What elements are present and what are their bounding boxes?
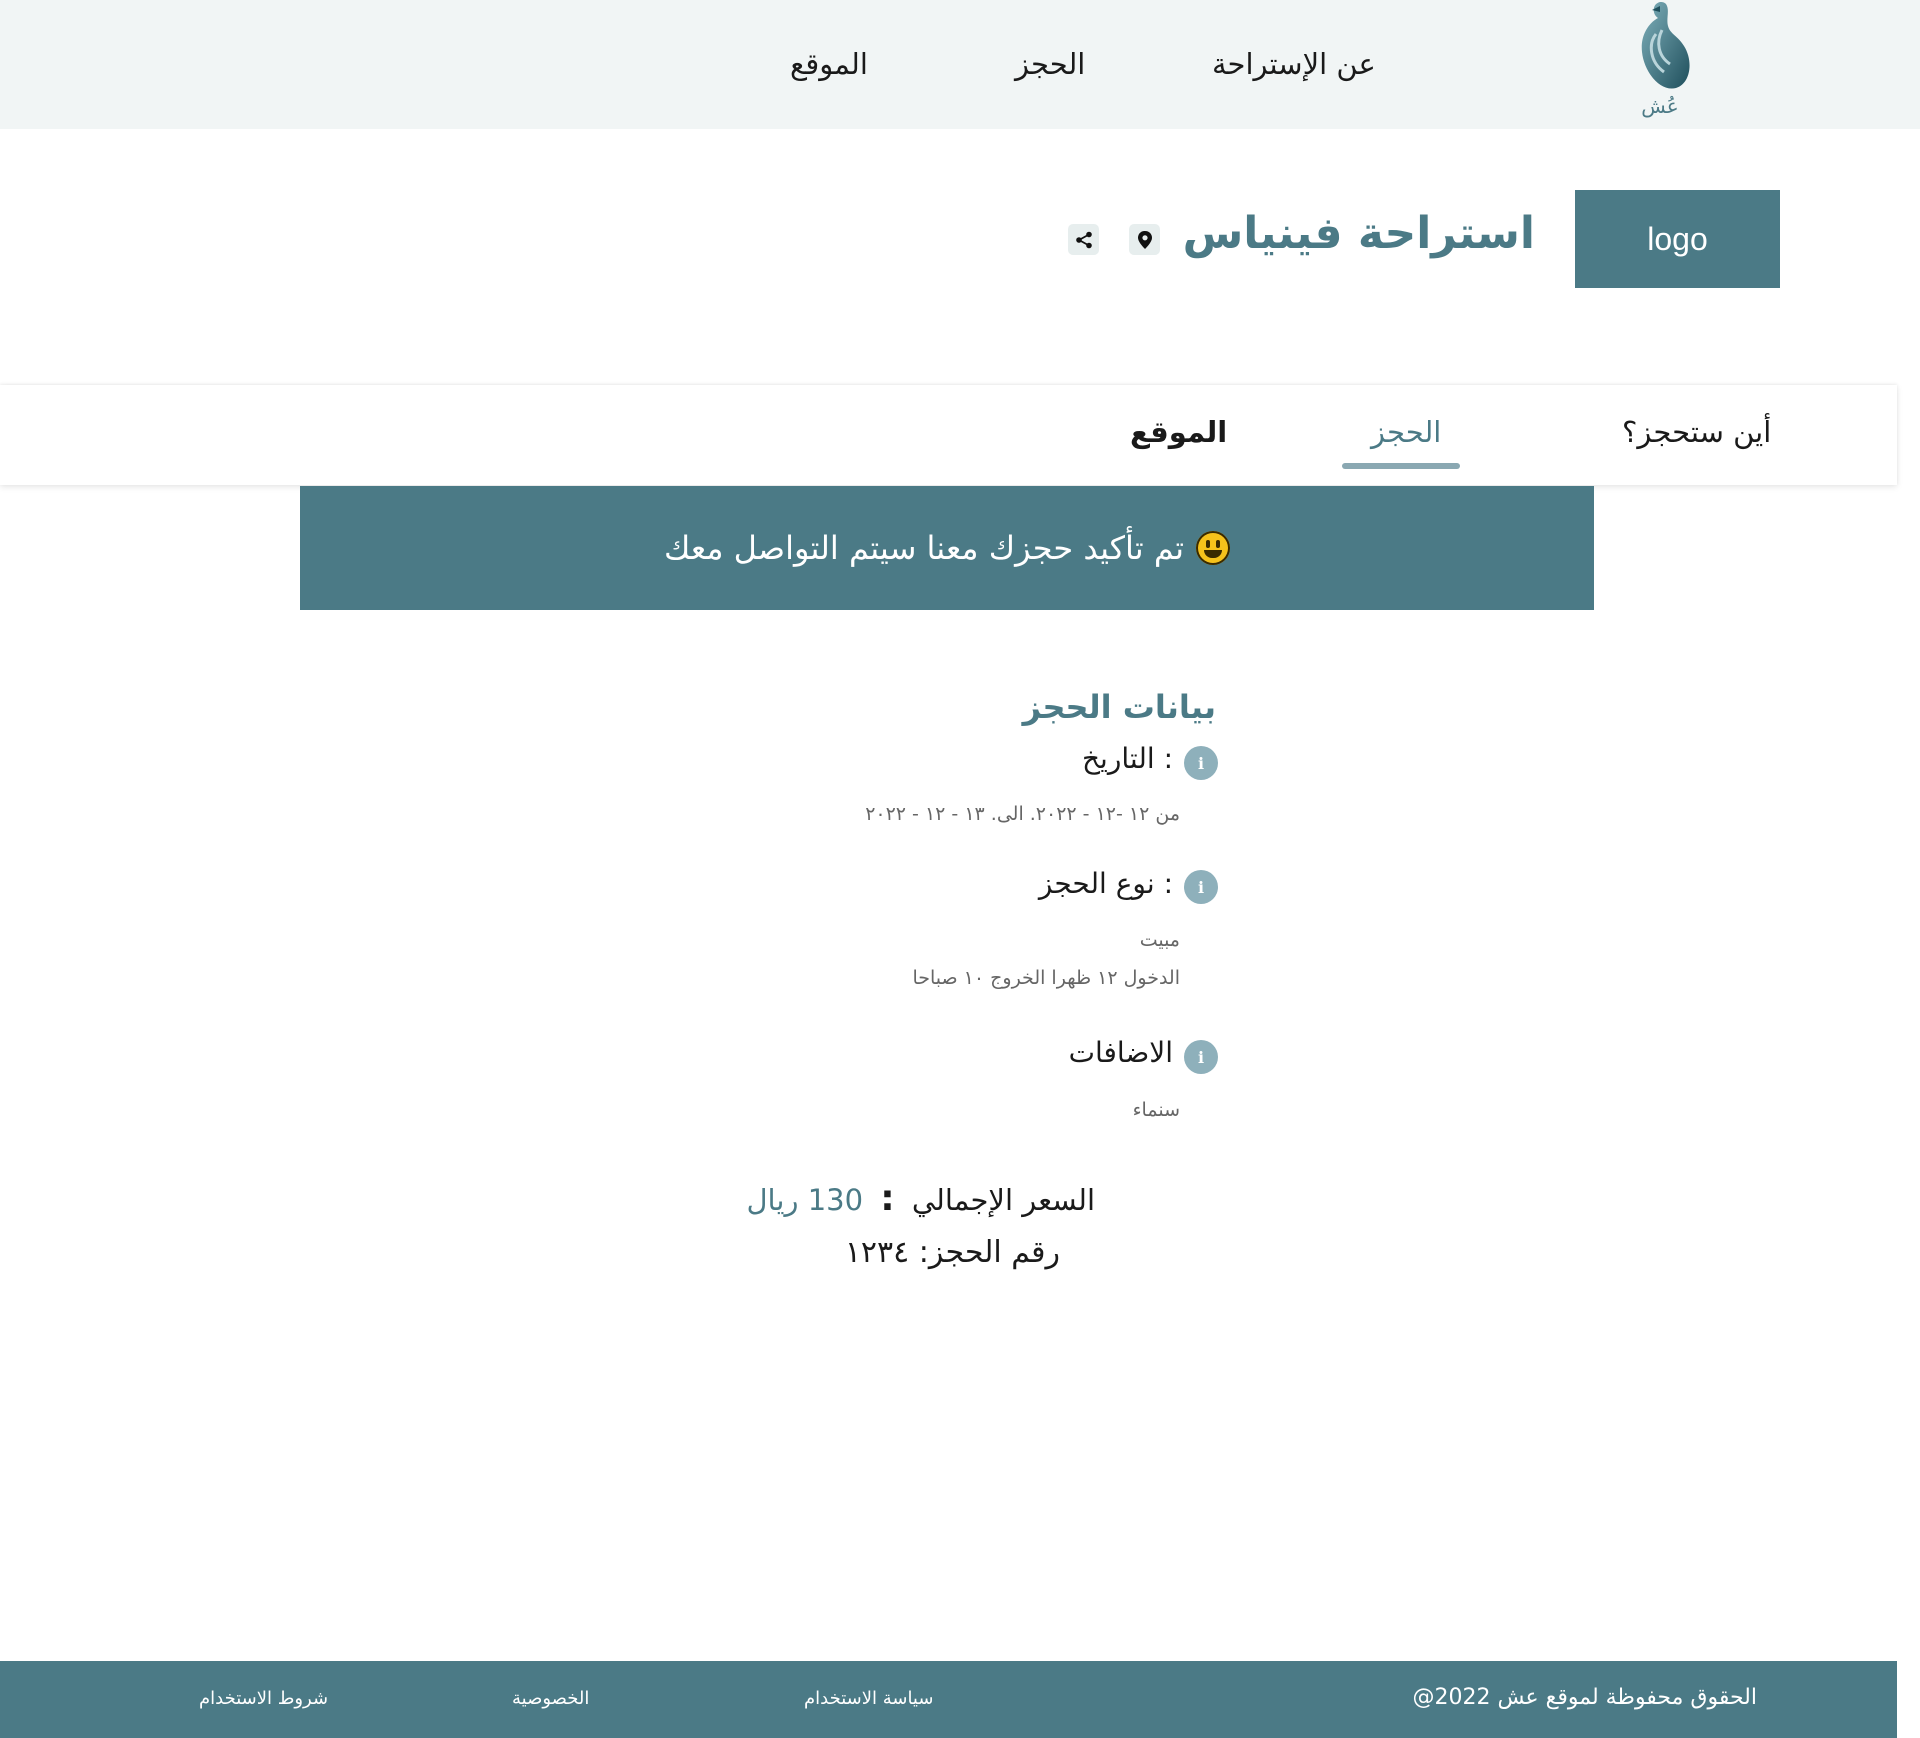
- footer-link-terms[interactable]: شروط الاستخدام: [199, 1688, 328, 1709]
- booking-details-title: بيانات الحجز: [1022, 688, 1216, 726]
- total-price-label: السعر الإجمالي: [911, 1183, 1095, 1217]
- footer-link-usage-policy[interactable]: سياسة الاستخدام: [804, 1688, 933, 1709]
- venue-logo-placeholder: logo: [1575, 190, 1780, 288]
- footer-copyright: الحقوق محفوظة لموقع عش 2022@: [1412, 1685, 1757, 1710]
- tab-where[interactable]: أين ستحجز؟: [1622, 415, 1771, 449]
- info-icon: i: [1184, 1040, 1218, 1074]
- booking-type-label: : نوع الحجز: [1038, 867, 1173, 900]
- swan-logo-icon: [1641, 2, 1690, 89]
- tab-location[interactable]: الموقع: [1130, 415, 1227, 449]
- smiley-icon: [1196, 531, 1231, 565]
- info-icon: i: [1184, 746, 1218, 780]
- date-value: من ١٢ -١٢ - ٢٠٢٢. الى. ١٣ - ١٢ - ٢٠٢٢: [865, 803, 1180, 825]
- brand-name: عُش: [1641, 94, 1679, 118]
- nav-link-location[interactable]: الموقع: [790, 47, 868, 81]
- total-price-colon: :: [880, 1178, 895, 1219]
- footer-link-privacy[interactable]: الخصوصية: [512, 1688, 589, 1709]
- nav-link-about[interactable]: عن الإستراحة: [1212, 47, 1376, 81]
- extras-label: الاضافات: [1068, 1036, 1173, 1069]
- info-icon: i: [1184, 870, 1218, 904]
- share-icon: [1075, 231, 1092, 248]
- tab-booking[interactable]: الحجز: [1371, 415, 1441, 449]
- confirmation-banner: تم تأكيد حجزك معنا سيتم التواصل معك: [300, 486, 1594, 610]
- nav-link-booking[interactable]: الحجز: [1015, 47, 1085, 81]
- confirmation-message: تم تأكيد حجزك معنا سيتم التواصل معك: [663, 529, 1185, 567]
- map-pin-icon: [1137, 230, 1152, 249]
- booking-type-value: مبيت: [1139, 929, 1180, 951]
- page-title: استراحة فينياس: [1182, 208, 1535, 259]
- share-button[interactable]: [1068, 224, 1099, 255]
- extras-value: سنماء: [1132, 1099, 1180, 1121]
- location-button[interactable]: [1129, 224, 1160, 255]
- total-price-value: 130 ريال: [746, 1183, 864, 1217]
- booking-times: الدخول ١٢ ظهرا الخروج ١٠ صباحا: [912, 967, 1180, 989]
- active-tab-indicator: [1342, 463, 1460, 469]
- date-label: : التاريخ: [1081, 742, 1173, 775]
- booking-number: رقم الحجز: ١٢٣٤: [844, 1235, 1060, 1270]
- total-price: السعر الإجمالي : 130 ريال: [700, 1178, 1095, 1219]
- booking-tabs: [0, 385, 1897, 485]
